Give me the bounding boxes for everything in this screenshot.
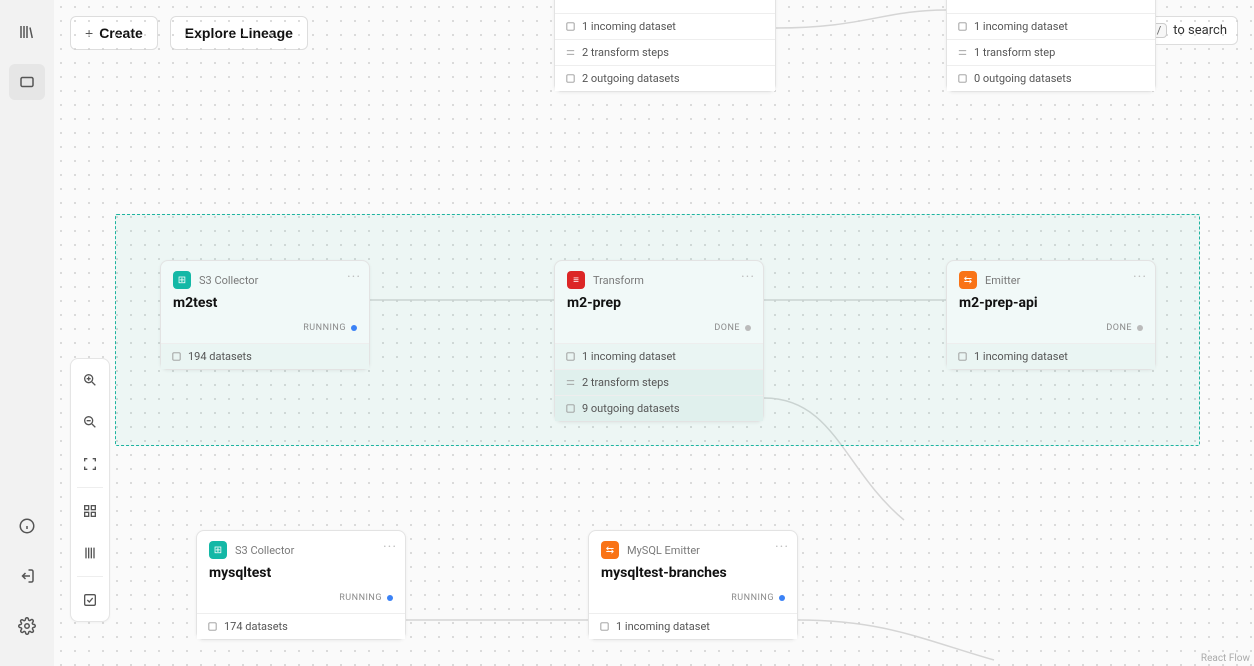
node-more-icon[interactable]: ···: [775, 539, 789, 555]
node-status: RUNNING: [209, 593, 393, 603]
node-m2-prep-api[interactable]: ⇆ Emitter ··· m2-prep-api DONE 1 incomin…: [946, 260, 1156, 370]
node-status: RUNNING: [601, 593, 785, 603]
node-type-label: Emitter: [985, 274, 1020, 287]
transform-icon: ≡: [567, 271, 585, 289]
node-more-icon[interactable]: ···: [383, 539, 397, 555]
node-type-label: Transform: [593, 274, 644, 287]
node-top-emitter[interactable]: ⇆ Emitter 1 incoming dataset 1 transform…: [946, 0, 1156, 92]
export-icon[interactable]: [71, 579, 109, 621]
meta-text: 9 outgoing datasets: [582, 402, 680, 415]
left-rail: [0, 0, 54, 666]
node-status: RUNNING: [173, 323, 357, 333]
library-icon[interactable]: [9, 14, 45, 50]
meta-text: 174 datasets: [224, 620, 288, 633]
node-title: mysqltest: [209, 565, 393, 581]
node-title: m2-prep: [567, 295, 751, 311]
meta-text: 1 incoming dataset: [582, 350, 676, 363]
node-type-label: MySQL Emitter: [627, 544, 700, 557]
s3-collector-icon: ⊞: [173, 271, 191, 289]
settings-icon[interactable]: [9, 608, 45, 644]
meta-text: 1 incoming dataset: [582, 20, 676, 33]
meta-text: 194 datasets: [188, 350, 252, 363]
node-m2-prep[interactable]: ≡ Transform ··· m2-prep DONE 1 incoming …: [554, 260, 764, 422]
meta-text: 1 incoming dataset: [974, 350, 1068, 363]
meta-text: 2 transform steps: [582, 46, 669, 59]
meta-text: 0 outgoing datasets: [974, 72, 1072, 85]
status-dot-running: [351, 325, 357, 331]
meta-text: 2 transform steps: [582, 376, 669, 389]
node-status: DONE: [959, 323, 1143, 333]
status-dot-done: [1137, 325, 1143, 331]
meta-text: 1 transform step: [974, 46, 1055, 59]
status-dot-running: [387, 595, 393, 601]
canvas-icon[interactable]: [9, 64, 45, 100]
status-dot-running: [779, 595, 785, 601]
meta-text: 2 outgoing datasets: [582, 72, 680, 85]
status-dot-done: [745, 325, 751, 331]
node-status: DONE: [567, 323, 751, 333]
zoom-out-icon[interactable]: [71, 401, 109, 443]
zoom-in-icon[interactable]: [71, 359, 109, 401]
node-title: m2-prep-api: [959, 295, 1143, 311]
node-m2test[interactable]: ⊞ S3 Collector ··· m2test RUNNING 194 da…: [160, 260, 370, 370]
info-icon[interactable]: [9, 508, 45, 544]
lineage-canvas[interactable]: ≡ Transform 1 incoming dataset 2 transfo…: [54, 0, 1254, 666]
meta-text: 1 incoming dataset: [974, 20, 1068, 33]
meta-text: 1 incoming dataset: [616, 620, 710, 633]
node-more-icon[interactable]: ···: [347, 269, 361, 285]
node-title: mysqltest-branches: [601, 565, 785, 581]
node-type-label: S3 Collector: [235, 544, 294, 557]
emitter-icon: ⇆: [959, 271, 977, 289]
mysql-emitter-icon: ⇆: [601, 541, 619, 559]
layout-vertical-icon[interactable]: [71, 490, 109, 532]
node-type-label: S3 Collector: [199, 274, 258, 287]
node-more-icon[interactable]: ···: [1133, 269, 1147, 285]
logout-icon[interactable]: [9, 558, 45, 594]
zoom-toolbar: [70, 358, 110, 622]
node-mysqltest[interactable]: ⊞ S3 Collector ··· mysqltest RUNNING 174…: [196, 530, 406, 640]
s3-collector-icon: ⊞: [209, 541, 227, 559]
fit-view-icon[interactable]: [71, 443, 109, 485]
node-top-transform[interactable]: ≡ Transform 1 incoming dataset 2 transfo…: [554, 0, 776, 92]
node-more-icon[interactable]: ···: [741, 269, 755, 285]
attribution-label: React Flow: [1201, 653, 1250, 664]
layout-horizontal-icon[interactable]: [71, 532, 109, 574]
node-mysqltest-branches[interactable]: ⇆ MySQL Emitter ··· mysqltest-branches R…: [588, 530, 798, 640]
node-title: m2test: [173, 295, 357, 311]
